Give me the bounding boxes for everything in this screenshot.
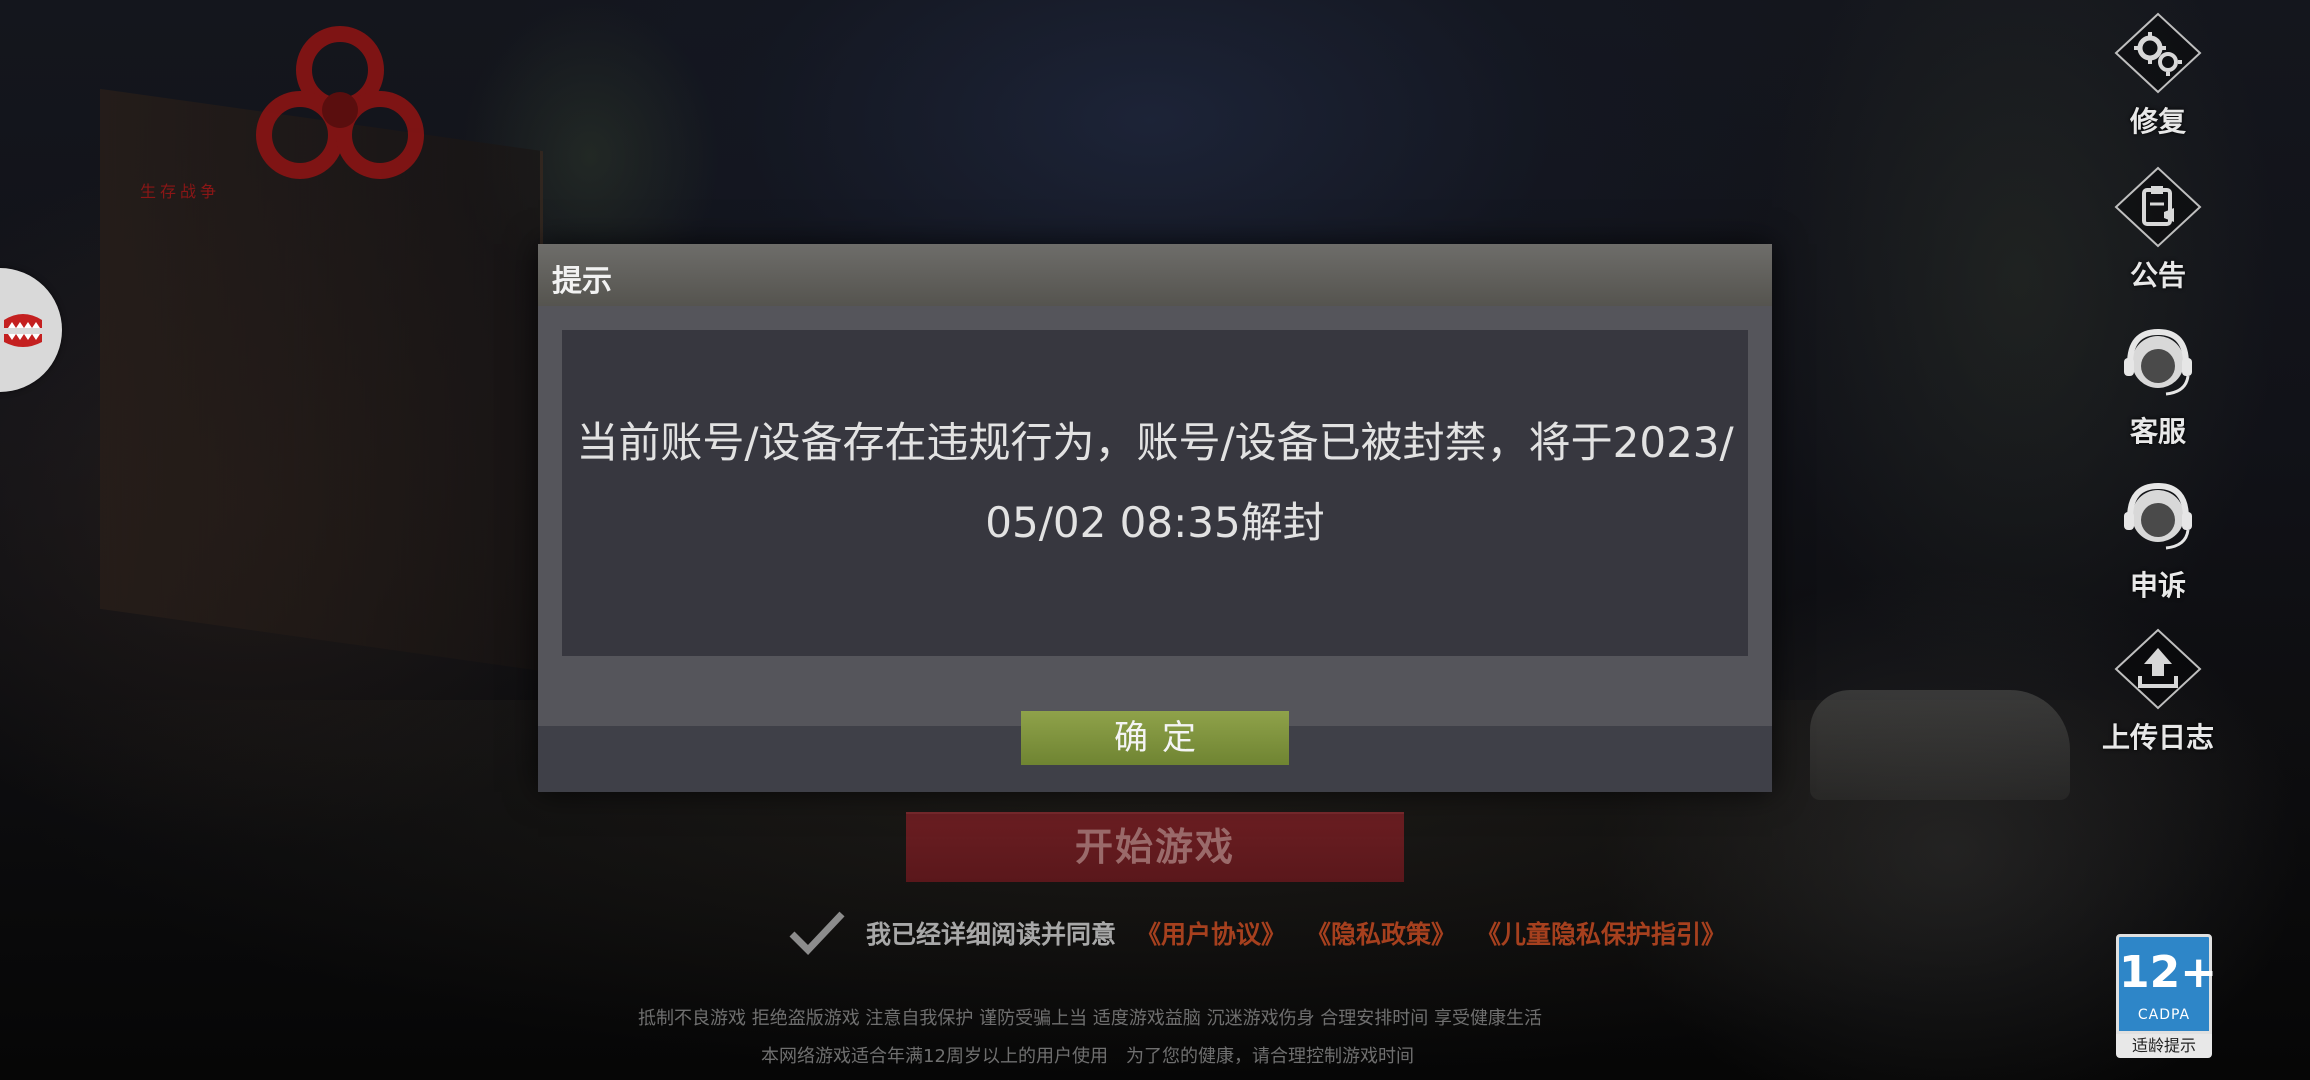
notice-icon <box>2108 162 2208 252</box>
health-notice-line1-text: 抵制不良游戏 拒绝盗版游戏 注意自我保护 谨防受骗上当 适度游戏益脑 沉迷游戏伤… <box>637 1008 1543 1029</box>
appeal-button[interactable]: 申诉 <box>2093 472 2223 604</box>
announcement-button[interactable]: 公告 <box>2093 162 2223 294</box>
customer-service-button[interactable]: 客服 <box>2093 318 2223 450</box>
headset-icon <box>2108 318 2208 408</box>
gears-icon <box>2108 8 2208 98</box>
floating-assistant-button[interactable] <box>0 268 62 392</box>
age-rating-badge: 12+ CADPA 适龄提示 <box>2116 934 2218 1058</box>
repair-button[interactable]: 修复 <box>2093 8 2223 140</box>
agreement-row: 我已经详细阅读并同意 《用户协议》 《隐私政策》 《儿童隐私保护指引》 <box>788 908 1726 958</box>
dialog-header: 提示 <box>538 244 1772 306</box>
health-notice-line2: 本网络游戏适合年满12周岁以上的用户使用 为了您的健康，请合理控制游戏时间 <box>0 1042 2310 1068</box>
privacy-policy-link[interactable]: 《隐私政策》 <box>1306 915 1456 951</box>
upload-icon <box>2108 624 2208 714</box>
headset-icon <box>2108 472 2208 562</box>
health-notice-line1: 抵制不良游戏 拒绝盗版游戏 注意自我保护 谨防受骗上当 适度游戏益脑 沉迷游戏伤… <box>0 1004 2310 1030</box>
game-login-screen: 生存战争 修复 公告 客服 申诉 上传日志 12+ CADPA 适龄提示 开始游… <box>0 0 2310 1080</box>
appeal-label: 申诉 <box>2129 569 2186 602</box>
check-icon <box>789 911 845 956</box>
health-notice-line2-text: 本网络游戏适合年满12周岁以上的用户使用 为了您的健康，请合理控制游戏时间 <box>761 1046 1414 1067</box>
upload-log-button[interactable]: 上传日志 <box>2093 624 2223 756</box>
upload-log-label: 上传日志 <box>2101 721 2214 754</box>
repair-label: 修复 <box>2129 105 2186 138</box>
child-privacy-link[interactable]: 《儿童隐私保护指引》 <box>1476 915 1726 951</box>
announcement-label: 公告 <box>2129 259 2186 292</box>
start-game-button[interactable]: 开始游戏 <box>906 812 1404 882</box>
game-logo <box>230 10 450 200</box>
age-rating-number: 12+ <box>2119 947 2218 998</box>
game-logo-text: 生存战争 <box>140 182 221 201</box>
agreement-checkbox[interactable] <box>788 908 846 958</box>
confirm-button[interactable]: 确定 <box>1021 711 1289 765</box>
customer-service-label: 客服 <box>2129 415 2186 448</box>
background-car <box>1810 690 2070 800</box>
dialog-title: 提示 <box>552 264 612 299</box>
dialog-message: 当前账号/设备存在违规行为，账号/设备已被封禁，将于2023/05/02 08:… <box>576 418 1734 547</box>
dialog-message-box: 当前账号/设备存在违规行为，账号/设备已被封禁，将于2023/05/02 08:… <box>562 330 1748 656</box>
agreement-text: 我已经详细阅读并同意 <box>866 920 1117 949</box>
chomping-teeth-icon <box>4 314 42 347</box>
user-agreement-link[interactable]: 《用户协议》 <box>1136 915 1286 951</box>
